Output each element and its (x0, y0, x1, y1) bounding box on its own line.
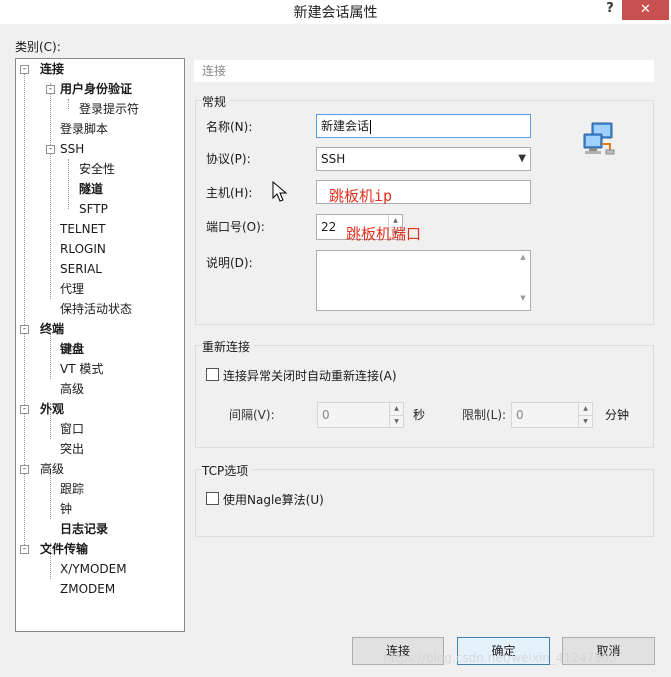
tree-item-terminal-advanced[interactable]: 高级 (60, 379, 84, 399)
tcp-group-label: TCP选项 (202, 462, 253, 479)
tree-line (68, 159, 69, 209)
name-field[interactable]: 新建会话 (316, 114, 531, 138)
collapse-icon[interactable]: - (20, 65, 29, 74)
interval-value: 0 (322, 408, 330, 422)
network-computers-icon (583, 122, 615, 155)
close-button[interactable]: ✕ (622, 0, 669, 20)
decrement-icon: ▼ (579, 415, 592, 427)
nagle-label[interactable]: 使用Nagle算法(U) (223, 491, 324, 508)
interval-label: 间隔(V): (229, 408, 275, 422)
help-button[interactable]: ? (598, 0, 622, 20)
text-caret (370, 119, 372, 134)
category-label: 类别(C): (15, 40, 61, 54)
port-label: 端口号(O): (206, 220, 265, 234)
limit-stepper[interactable]: 0 ▲ ▼ (511, 402, 593, 428)
reconnect-group-label: 重新连接 (202, 338, 255, 355)
collapse-icon[interactable]: - (46, 85, 55, 94)
tree-item-appearance[interactable]: 外观 (40, 399, 64, 419)
tree-item-tunneling[interactable]: 隧道 (79, 179, 103, 199)
description-scrollbar[interactable]: ▲ ▼ (516, 251, 530, 310)
host-value: 跳板机ip (329, 187, 393, 205)
limit-value: 0 (516, 408, 524, 422)
collapse-icon[interactable]: - (20, 325, 29, 334)
description-label: 说明(D): (206, 256, 253, 270)
limit-unit: 分钟 (605, 408, 630, 422)
tree-item-xymodem[interactable]: X/YMODEM (60, 559, 127, 579)
limit-stepper-buttons[interactable]: ▲ ▼ (578, 403, 592, 427)
tree-item-login-scripts[interactable]: 登录脚本 (60, 119, 108, 139)
category-tree[interactable]: - - - - - - - 连接 用户身份验证 登录提示符 登录脚本 SSH 安… (15, 58, 185, 632)
increment-icon: ▲ (583, 405, 588, 412)
tree-item-keep-alive[interactable]: 保持活动状态 (60, 299, 132, 319)
increment-icon: ▲ (394, 405, 399, 412)
tree-item-trace[interactable]: 跟踪 (60, 479, 84, 499)
port-value: 22 (321, 220, 337, 234)
tree-item-keyboard[interactable]: 键盘 (60, 339, 84, 359)
description-field[interactable]: ▲ ▼ (316, 250, 531, 311)
tree-item-rlogin[interactable]: RLOGIN (60, 239, 106, 259)
interval-unit: 秒 (413, 408, 426, 422)
tree-line (68, 99, 69, 109)
tree-item-bell[interactable]: 钟 (60, 499, 72, 519)
tree-item-ssh[interactable]: SSH (60, 139, 84, 159)
tree-item-serial[interactable]: SERIAL (60, 259, 102, 279)
window-title: 新建会话属性 (293, 5, 378, 21)
chevron-down-icon: ▼ (518, 153, 526, 164)
collapse-icon[interactable]: - (20, 545, 29, 554)
tree-item-connection[interactable]: 连接 (40, 59, 64, 79)
tree-item-security[interactable]: 安全性 (79, 159, 115, 179)
interval-stepper[interactable]: 0 ▲ ▼ (317, 402, 404, 428)
host-label: 主机(H): (206, 186, 253, 200)
tree-item-telnet[interactable]: TELNET (60, 219, 106, 239)
tree-item-vt-modes[interactable]: VT 模式 (60, 359, 103, 379)
tree-item-file-transfer[interactable]: 文件传输 (40, 539, 88, 559)
scroll-down-icon[interactable]: ▼ (516, 294, 530, 308)
decrement-icon: ▼ (390, 415, 403, 427)
auto-reconnect-checkbox[interactable] (206, 368, 219, 381)
general-group-label: 常规 (202, 93, 231, 110)
nagle-checkbox[interactable] (206, 492, 219, 505)
tree-item-terminal[interactable]: 终端 (40, 319, 64, 339)
mouse-pointer-icon (272, 181, 288, 202)
protocol-label: 协议(P): (206, 152, 251, 166)
tree-item-highlighting[interactable]: 突出 (60, 439, 84, 459)
tree-item-logging[interactable]: 日志记录 (60, 519, 108, 539)
page-breadcrumb: 连接 (194, 60, 654, 82)
name-value: 新建会话 (321, 119, 370, 133)
protocol-value: SSH (321, 152, 346, 166)
collapse-icon[interactable]: - (46, 145, 55, 154)
interval-stepper-buttons[interactable]: ▲ ▼ (389, 403, 403, 427)
limit-label: 限制(L): (462, 408, 507, 422)
tree-item-zmodem[interactable]: ZMODEM (60, 579, 115, 599)
collapse-icon[interactable]: - (20, 465, 29, 474)
tree-item-user-auth[interactable]: 用户身份验证 (60, 79, 132, 99)
tree-item-window[interactable]: 窗口 (60, 419, 84, 439)
reconnect-group (195, 345, 654, 448)
collapse-icon[interactable]: - (20, 405, 29, 414)
tree-line (50, 83, 51, 299)
auto-reconnect-label[interactable]: 连接异常关闭时自动重新连接(A) (223, 367, 397, 384)
scroll-up-icon[interactable]: ▲ (516, 253, 530, 267)
port-annotation: 跳板机端口 (346, 225, 422, 243)
tree-item-sftp[interactable]: SFTP (79, 199, 108, 219)
protocol-select[interactable]: SSH ▼ (316, 147, 531, 171)
watermark: https://blog.csdn.net/weixin_41247503 (383, 651, 618, 665)
tree-item-proxy[interactable]: 代理 (60, 279, 84, 299)
tree-item-login-prompts[interactable]: 登录提示符 (79, 99, 139, 119)
tree-line (24, 73, 25, 553)
name-label: 名称(N): (206, 120, 253, 134)
tree-item-advanced[interactable]: 高级 (40, 459, 64, 479)
